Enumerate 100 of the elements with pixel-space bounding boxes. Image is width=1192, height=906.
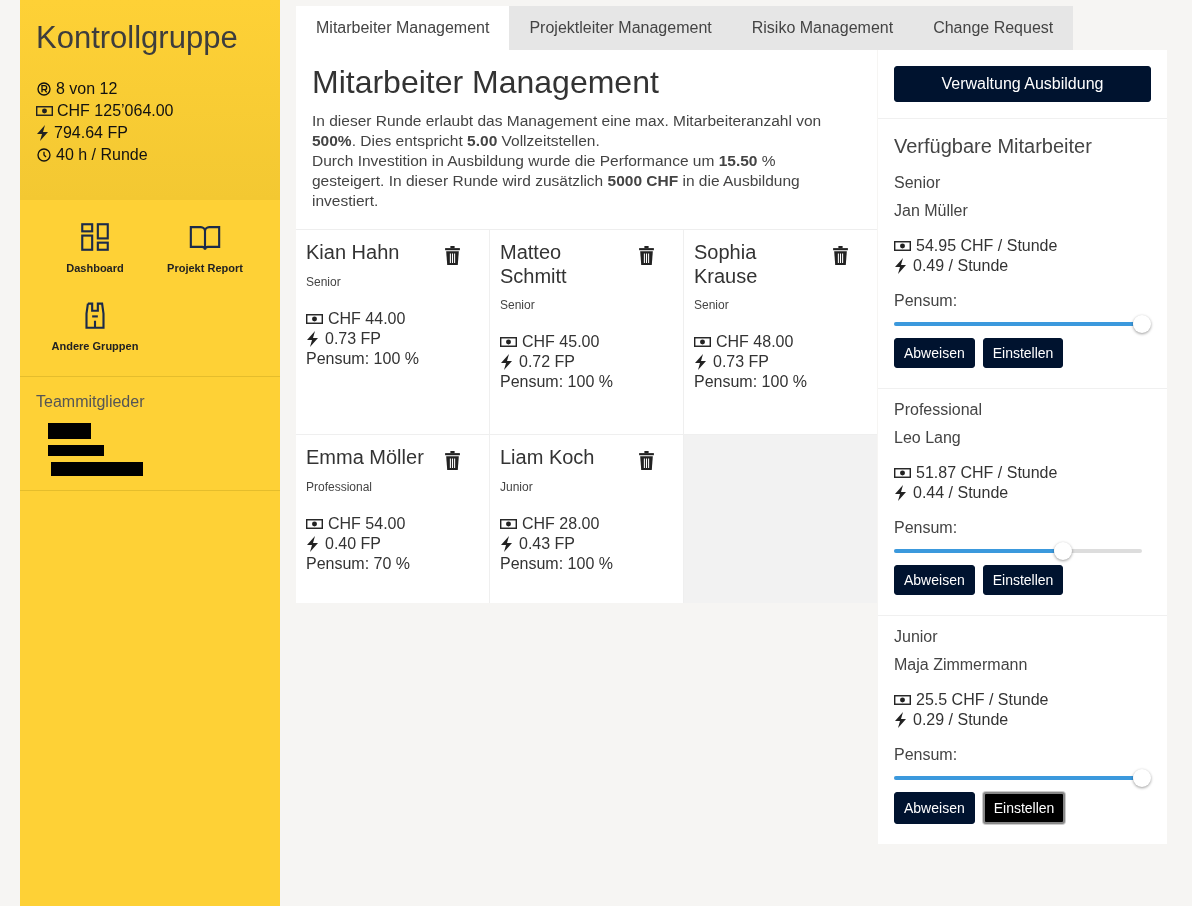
banknote-icon [694,336,711,348]
fp-text: 0.40 FP [325,534,382,554]
candidate-name: Leo Lang [894,429,962,447]
candidate-name: Jan Müller [894,202,969,220]
employee-name: Sophia Krause [694,240,759,288]
tab[interactable]: Risiko Management [731,6,914,50]
group-title: Kontrollgruppe [36,20,239,56]
panel-heading: Verfügbare Mitarbeiter [893,134,1093,159]
pensum-slider[interactable] [894,768,1151,788]
redaction-bar [48,445,104,456]
candidate-name: Maja Zimmermann [894,656,1029,674]
slider-thumb[interactable] [1133,769,1151,787]
pensum-label: Pensum: [894,519,959,537]
trash-icon [638,451,655,470]
cost-text: CHF 28.00 [522,514,600,534]
lightning-icon [894,485,908,501]
nav-link[interactable]: Projekt Report [150,220,260,274]
cost-text: 54.95 CHF / Stunde [916,236,1058,256]
pensum-label: Pensum: [894,746,959,764]
stat-text: 794.64 FP [54,123,128,143]
trash-icon [638,246,655,265]
cost-text: CHF 48.00 [716,332,794,352]
banknote-icon [500,336,517,348]
lightning-icon [894,258,908,274]
delete-button[interactable] [444,451,461,470]
fp-text: 0.73 FP [325,329,382,349]
fp-text: 0.73 FP [713,352,770,372]
fp-text: 0.29 / Stunde [913,710,1009,730]
tab[interactable]: Projektleiter Management [509,6,732,50]
hire-button[interactable]: Einstellen [982,565,1064,595]
delete-button[interactable] [444,246,461,265]
nav-link[interactable]: Dashboard [40,220,150,274]
hire-button[interactable]: Einstellen [982,792,1066,824]
trash-icon [444,451,461,470]
employee-level: Senior [694,298,730,312]
employee-name: Kian Hahn [306,240,400,264]
lightning-icon [500,354,514,370]
dashboard-icon [78,220,112,254]
slider-thumb[interactable] [1133,315,1151,333]
employee-name: Emma Möller [306,445,424,469]
pensum-slider[interactable] [894,314,1151,334]
stat-text: 8 von 12 [56,79,118,99]
stat-text: 40 h / Runde [56,145,148,165]
cost-text: CHF 44.00 [328,309,406,329]
stat-text: CHF 125’064.00 [57,101,174,121]
fp-text: 0.72 FP [519,352,576,372]
delete-button[interactable] [638,246,655,265]
pensum-text: Pensum: 100 % [500,554,613,574]
training-button[interactable]: Verwaltung Ausbildung [894,66,1151,102]
lightning-icon [306,331,320,347]
pensum-text: Pensum: 70 % [306,554,411,574]
lightning-icon [894,712,908,728]
lightning-icon [694,354,708,370]
candidate-level: Senior [894,174,942,192]
cost-text: 25.5 CHF / Stunde [916,690,1049,710]
trash-icon [832,246,849,265]
tab[interactable]: Change Request [913,6,1074,50]
banknote-icon [36,105,53,117]
pensum-text: Pensum: 100 % [694,372,807,392]
fp-text: 0.44 / Stunde [913,483,1009,503]
banknote-icon [500,518,517,530]
employee-level: Senior [306,275,342,289]
employee-level: Senior [500,298,536,312]
hire-button[interactable]: Einstellen [982,338,1064,368]
lightning-icon [500,536,514,552]
r-circle-icon [36,81,52,97]
trash-icon [444,246,461,265]
candidate-level: Junior [894,628,939,646]
cost-text: CHF 45.00 [522,332,600,352]
pensum-text: Pensum: 100 % [500,372,613,392]
employee-level: Junior [500,480,534,494]
team-heading: Teammitglieder [36,393,146,411]
banknote-icon [306,518,323,530]
banknote-icon [306,313,323,325]
pensum-label: Pensum: [894,292,959,310]
clock-icon [36,147,52,163]
candidate-level: Professional [894,401,984,419]
reject-button[interactable]: Abweisen [894,565,975,595]
info-paragraph: In dieser Runde erlaubt das Management eine max. Mitarbeiteranzahl von 500%. Dies entspricht 5.00 Vollzeitstellen. [312,111,823,151]
employee-name: Liam Koch [500,445,595,469]
fp-text: 0.49 / Stunde [913,256,1009,276]
delete-button[interactable] [638,451,655,470]
delete-button[interactable] [832,246,849,265]
employee-name: Matteo Schmitt [500,240,568,288]
banknote-icon [894,240,911,252]
cost-text: CHF 54.00 [328,514,406,534]
tab[interactable]: Mitarbeiter Management [296,6,510,50]
lightning-icon [36,125,50,141]
pensum-text: Pensum: 100 % [306,349,419,369]
nav-link[interactable]: Andere Gruppen [40,298,150,352]
reject-button[interactable]: Abweisen [894,792,975,824]
reject-button[interactable]: Abweisen [894,338,975,368]
slider-thumb[interactable] [1054,542,1073,560]
redaction-bar [48,423,91,439]
fp-text: 0.43 FP [519,534,576,554]
banknote-icon [894,467,911,479]
cost-text: 51.87 CHF / Stunde [916,463,1058,483]
lightning-icon [306,536,320,552]
info-paragraph: Durch Investition in Ausbildung wurde die Performance um 15.50 % gesteigert. In dieser Runde wird zusätzlich 5000 CHF in die Ausbildung investiert. [312,151,801,211]
employee-level: Professional [306,480,374,494]
